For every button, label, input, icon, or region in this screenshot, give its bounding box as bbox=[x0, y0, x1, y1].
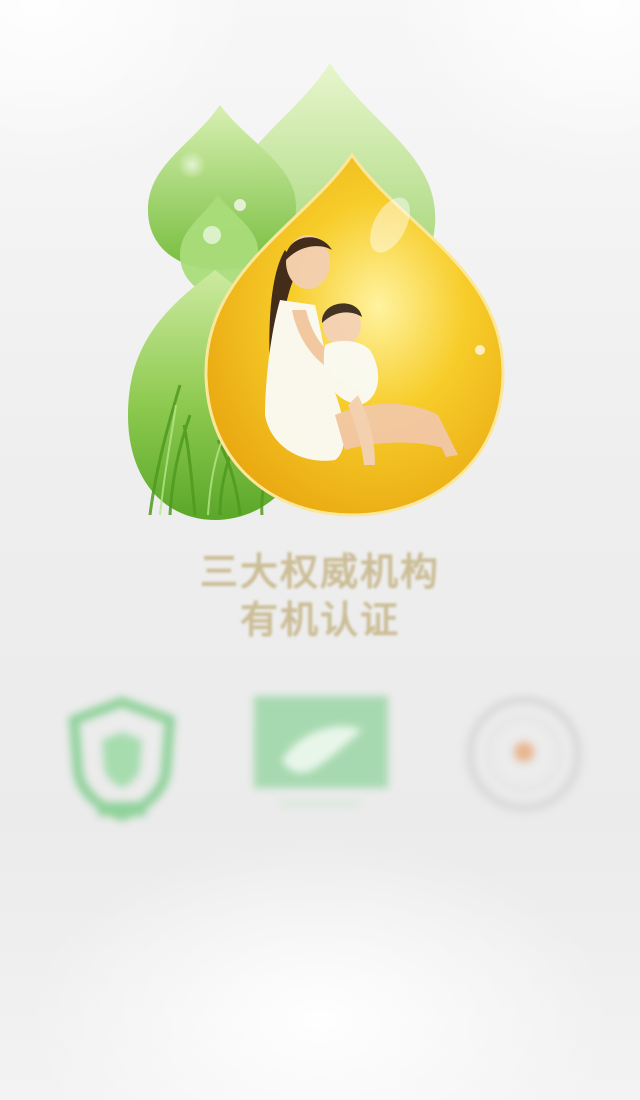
headline-line-2: 有机认证 bbox=[239, 598, 400, 642]
certification-row bbox=[0, 690, 640, 910]
round-seal-icon bbox=[466, 696, 582, 812]
certification-item-1 bbox=[32, 690, 212, 900]
headline: 三大权威机构 有机认证 bbox=[0, 548, 640, 644]
oil-drop-mother-child-icon bbox=[128, 63, 505, 520]
hero-graphic bbox=[120, 55, 520, 535]
certification-item-2 bbox=[230, 690, 410, 900]
certification-item-3 bbox=[434, 690, 614, 900]
organic-label-icon bbox=[254, 696, 388, 806]
shield-certification-icon bbox=[68, 696, 176, 822]
headline-line-1: 三大权威机构 bbox=[199, 550, 440, 594]
